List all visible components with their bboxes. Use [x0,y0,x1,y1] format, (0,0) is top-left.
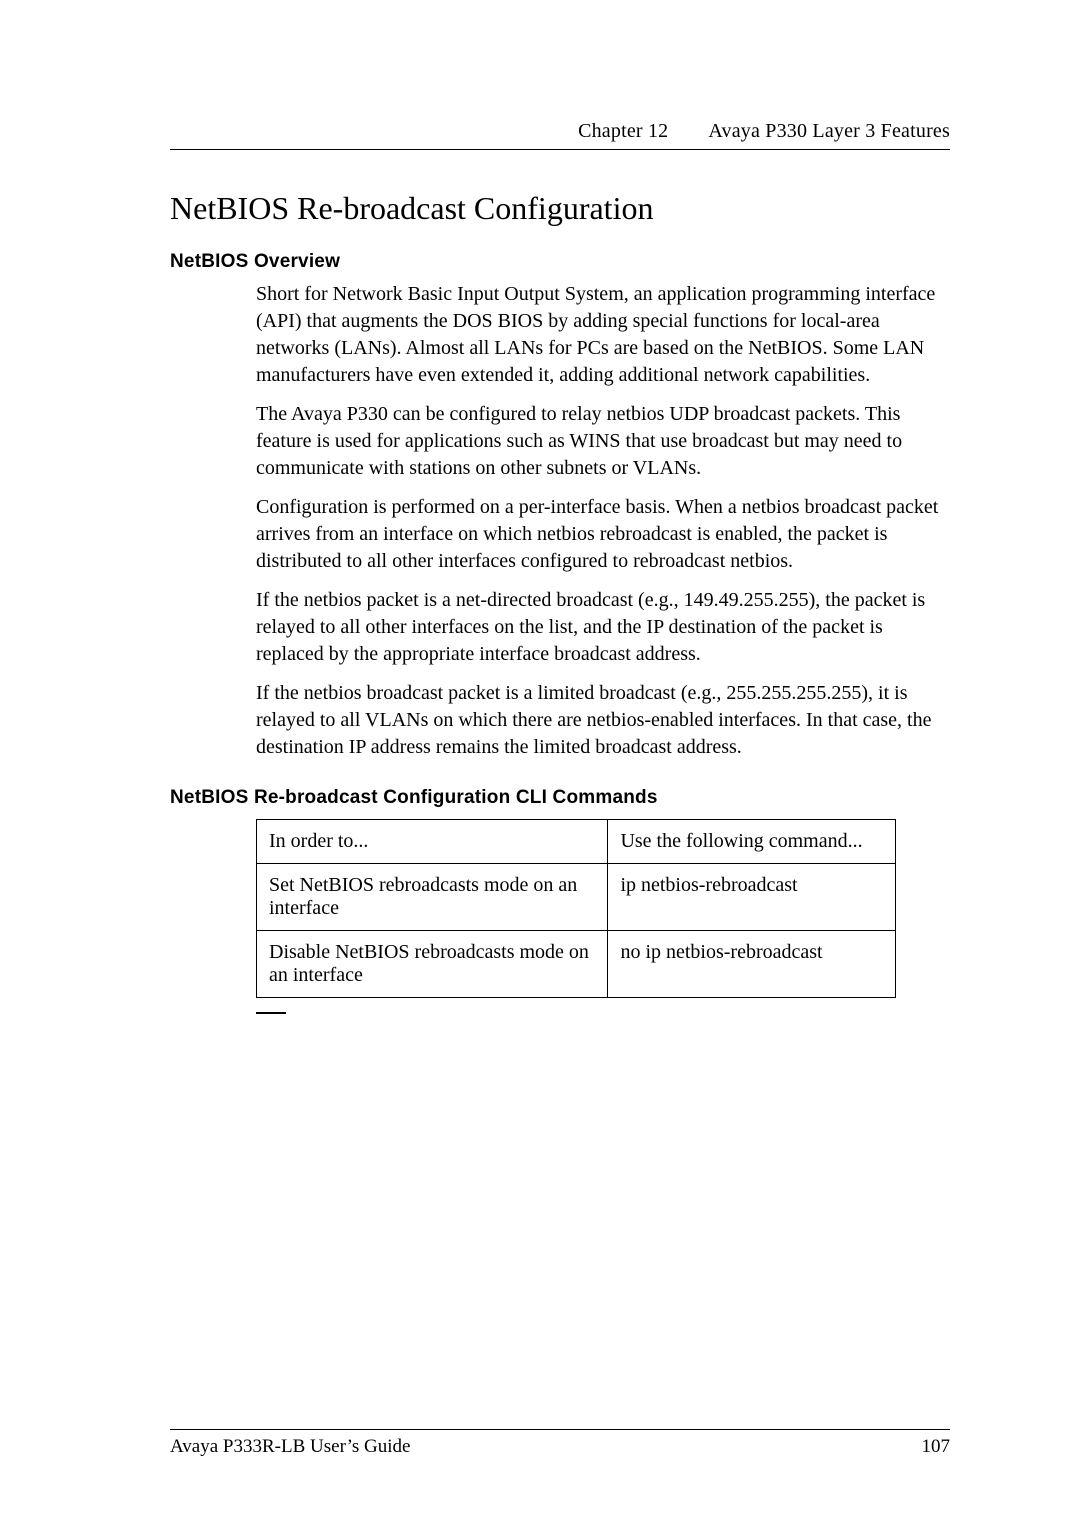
page-footer: Avaya P333R-LB User’s Guide 107 [170,1421,950,1458]
chapter-title: Avaya P330 Layer 3 Features [708,120,950,143]
table-cell: no ip netbios-rebroadcast [608,931,896,998]
table-row: In order to... Use the following command… [257,820,896,864]
table-cell: ip netbios-rebroadcast [608,864,896,931]
running-header: Chapter 12 Avaya P330 Layer 3 Features [170,120,950,143]
table-row: Set NetBIOS rebroadcasts mode on an inte… [257,864,896,931]
table-cell: Disable NetBIOS rebroadcasts mode on an … [257,931,608,998]
footer-rule [170,1429,950,1430]
table-row: Disable NetBIOS rebroadcasts mode on an … [257,931,896,998]
overview-paragraph: Configuration is performed on a per-inte… [256,494,950,575]
overview-paragraph: Short for Network Basic Input Output Sys… [256,281,950,389]
footer-left: Avaya P333R-LB User’s Guide [170,1436,410,1458]
overview-paragraph: If the netbios packet is a net-directed … [256,587,950,668]
short-rule [256,1012,286,1014]
table-header-left: In order to... [257,820,608,864]
footer-page-number: 107 [922,1436,951,1458]
cli-heading: NetBIOS Re-broadcast Configuration CLI C… [170,787,950,809]
chapter-label: Chapter 12 [578,120,668,143]
cli-table: In order to... Use the following command… [256,819,896,998]
table-header-right: Use the following command... [608,820,896,864]
overview-paragraph: The Avaya P330 can be configured to rela… [256,401,950,482]
section-title: NetBIOS Re-broadcast Configuration [170,190,950,227]
overview-paragraph: If the netbios broadcast packet is a lim… [256,680,950,761]
overview-heading: NetBIOS Overview [170,251,950,273]
header-rule [170,149,950,150]
table-cell: Set NetBIOS rebroadcasts mode on an inte… [257,864,608,931]
overview-body: Short for Network Basic Input Output Sys… [256,281,950,761]
